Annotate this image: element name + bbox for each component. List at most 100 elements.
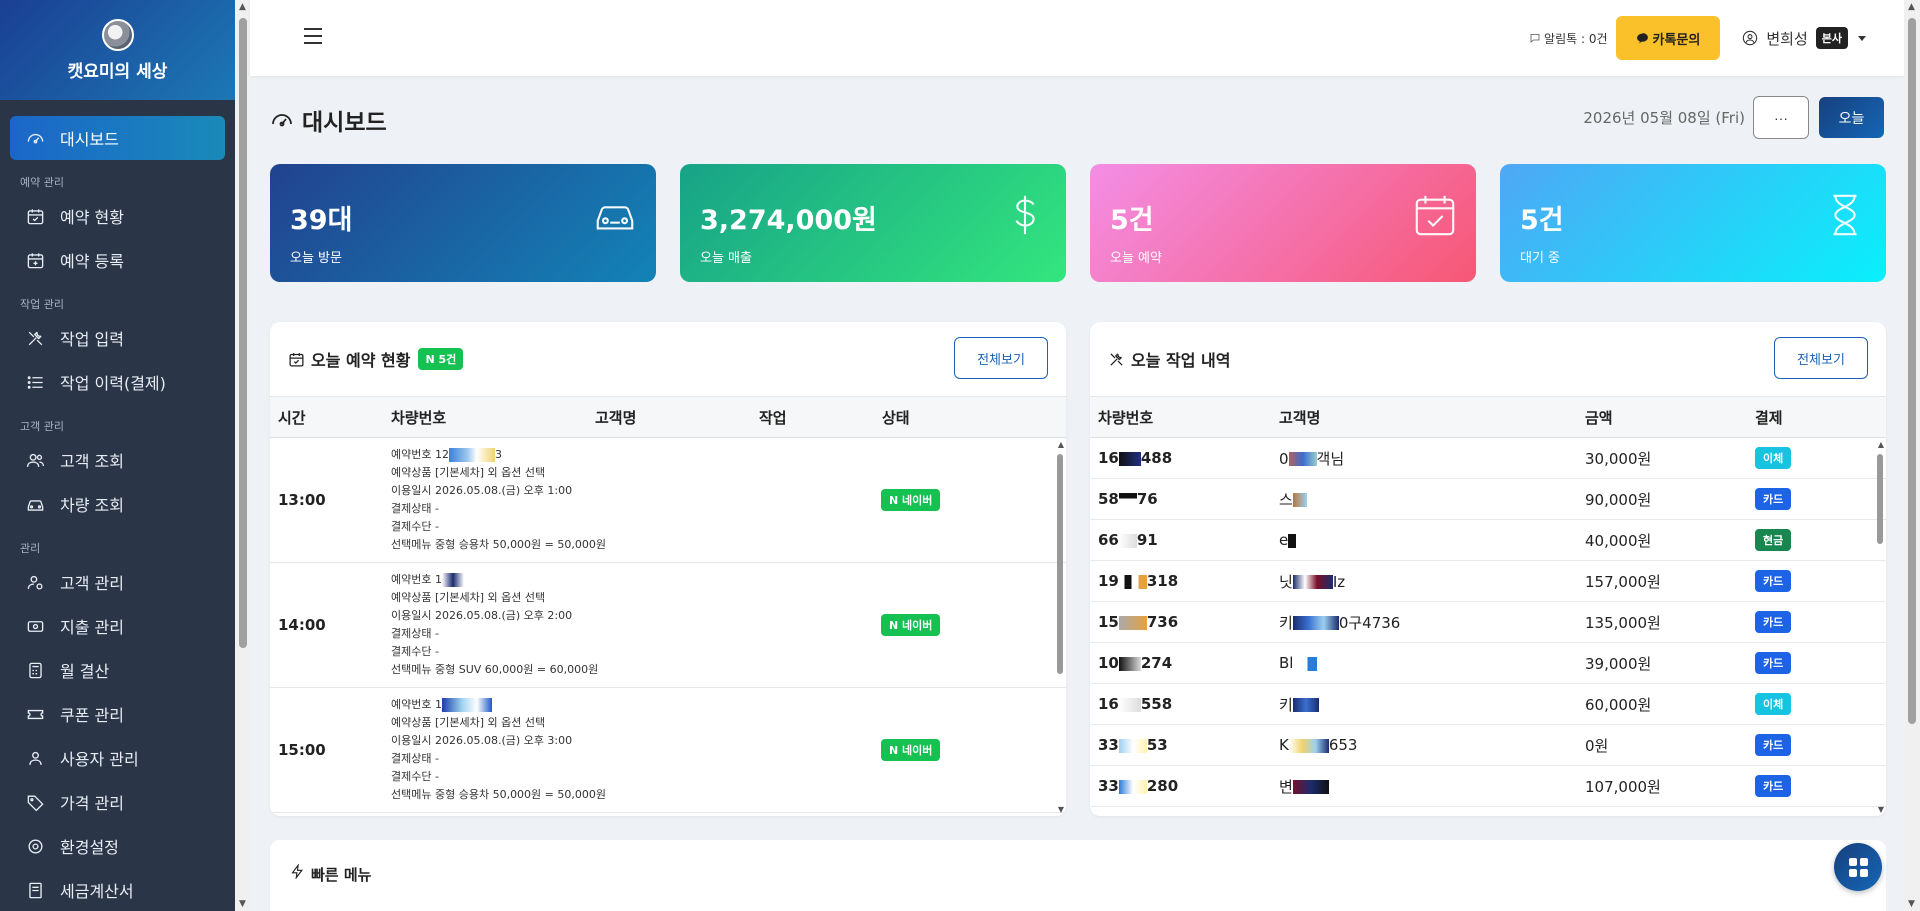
scroll-up-arrow-icon[interactable]: ▲ — [239, 2, 246, 12]
customer-name: Bl — [1279, 654, 1585, 672]
scroll-down-arrow-icon[interactable]: ▼ — [1878, 805, 1884, 814]
reservation-time: 14:00 — [278, 616, 326, 634]
table-row[interactable]: 13:00 예약번호 12 3 예약상품 [기본세차] 외 옵션 선택 이용일시 … — [270, 438, 1066, 563]
sidebar-item-label: 사용자 관리 — [60, 750, 139, 769]
payment-badge: 이체 — [1755, 693, 1792, 715]
date-picker-button[interactable]: ··· — [1753, 96, 1809, 139]
today-button[interactable]: 오늘 — [1819, 97, 1884, 138]
stat-card-visits: 39대 오늘 방문 — [270, 164, 656, 282]
payment-method: 카드 — [1755, 652, 1865, 674]
window-scrollbar[interactable]: ▲ ▼ — [1904, 0, 1920, 911]
sidebar-item-monthly-settle[interactable]: 월 결산 — [10, 648, 225, 692]
reservation-status: N 네이버 — [881, 739, 1041, 761]
sidebar-item-work-input[interactable]: 작업 입력 — [10, 316, 225, 360]
payment-method: 카드 — [1755, 570, 1865, 592]
table-row[interactable]: 33 53 K 653 0원 카드 — [1090, 725, 1886, 766]
col-payment: 결제 — [1755, 408, 1783, 427]
table-row[interactable]: 16 488 0 객님 30,000원 이체 — [1090, 438, 1886, 479]
customer-name: K 653 — [1279, 736, 1358, 754]
table-row[interactable]: 15:00 예약번호 1 예약상품 [기본세차] 외 옵션 선택 이용일시 20… — [270, 688, 1066, 813]
chevron-down-icon — [1858, 35, 1866, 41]
sidebar-item-settings[interactable]: 환경설정 — [10, 824, 225, 868]
sidebar-item-customer-manage[interactable]: 고객 관리 — [10, 560, 225, 604]
stat-label: 오늘 매출 — [700, 251, 752, 266]
sidebar-scrollbar[interactable]: ▲ ▼ — [236, 0, 250, 911]
vehicle-number: 16 558 — [1098, 695, 1173, 713]
table-row[interactable]: 58 76 스 90,000원 카드 — [1090, 479, 1886, 520]
redacted-block — [441, 573, 464, 587]
scroll-up-arrow-icon[interactable]: ▲ — [1878, 440, 1884, 449]
customer-name: 0 객님 — [1279, 449, 1345, 468]
payment-badge: 카드 — [1755, 734, 1792, 756]
payment-badge: 카드 — [1755, 570, 1792, 592]
sidebar-item-tax-invoice[interactable]: 세금계산서 — [10, 868, 225, 911]
view-all-work-button[interactable]: 전체보기 — [1774, 337, 1868, 379]
sidebar-item-label: 작업 이력(결제) — [60, 374, 166, 393]
brand-avatar — [101, 18, 134, 51]
apps-grid-button[interactable] — [1834, 843, 1882, 891]
table-row[interactable]: 10 274 Bl 39,000원 카드 — [1090, 643, 1886, 684]
col-work: 작업 — [759, 408, 787, 427]
dashboard-gauge-icon — [24, 127, 46, 149]
sidebar-item-coupon-manage[interactable]: 쿠폰 관리 — [10, 692, 225, 736]
vehicle-number: 33 53 — [1098, 736, 1168, 754]
amount: 135,000원 — [1585, 613, 1661, 632]
work-scrollbar[interactable]: ▲ ▼ — [1874, 438, 1886, 816]
sidebar-item-work-history[interactable]: 작업 이력(결제) — [10, 360, 225, 404]
sidebar: 캣요미의 세상 대시보드 예약 관리 예약 현황 예약 등록 작업 관리 작업 … — [0, 0, 235, 911]
table-row[interactable]: 15 736 키 0구4736 135,000원 카드 — [1090, 602, 1886, 643]
vehicle-number: 66 91 — [1098, 531, 1158, 549]
reservation-date: 이용일시 2026.05.08.(금) 오후 2:00 — [391, 609, 573, 622]
sidebar-item-reservation-register[interactable]: 예약 등록 — [10, 238, 225, 282]
view-all-reservations-button[interactable]: 전체보기 — [954, 337, 1048, 379]
scroll-down-arrow-icon[interactable]: ▼ — [1058, 805, 1064, 814]
sidebar-item-vehicle-lookup[interactable]: 차량 조회 — [10, 482, 225, 526]
menu-toggle-icon[interactable] — [304, 28, 322, 44]
sidebar-item-customer-lookup[interactable]: 고객 조회 — [10, 438, 225, 482]
selected-menu: 선택메뉴 중형 SUV 60,000원 = 60,000원 — [391, 663, 599, 676]
window-scroll-thumb[interactable] — [1908, 18, 1916, 724]
table-row[interactable]: 14:00 예약번호 1 예약상품 [기본세차] 외 옵션 선택 이용일시 20… — [270, 563, 1066, 688]
sidebar-brand[interactable]: 캣요미의 세상 — [0, 0, 235, 100]
alimtalk-count: 알림톡 : 0건 — [1544, 31, 1608, 46]
scroll-up-arrow-icon[interactable]: ▲ — [1908, 2, 1915, 12]
today-reservations-panel: 오늘 예약 현황 N 5건 전체보기 시간 차량번호 고객명 작업 상태 13:… — [270, 322, 1066, 816]
sidebar-item-price-manage[interactable]: 가격 관리 — [10, 780, 225, 824]
amount: 107,000원 — [1585, 777, 1661, 796]
user-menu[interactable]: 변희성 본사 — [1742, 27, 1866, 49]
table-row[interactable]: 66 91 e 40,000원 현금 — [1090, 520, 1886, 561]
sidebar-item-dashboard[interactable]: 대시보드 — [10, 116, 225, 160]
calendar-check-icon — [24, 205, 46, 227]
sidebar-item-expense-manage[interactable]: 지출 관리 — [10, 604, 225, 648]
tools-icon — [24, 327, 46, 349]
payment-badge: 카드 — [1755, 611, 1792, 633]
scroll-down-arrow-icon[interactable]: ▼ — [1908, 899, 1915, 909]
table-row[interactable]: 16 558 키 60,000원 이체 — [1090, 684, 1886, 725]
reservations-scroll-thumb[interactable] — [1057, 454, 1063, 674]
reservation-product: 예약상품 [기본세차] 외 옵션 선택 — [391, 466, 546, 479]
kakao-inquiry-button[interactable]: 카톡문의 — [1615, 16, 1721, 60]
table-row[interactable]: 33 280 변 107,000원 카드 — [1090, 766, 1886, 807]
stat-label: 오늘 방문 — [290, 251, 342, 266]
dashboard-gauge-icon — [272, 114, 292, 127]
payment-method: 카드 — [1755, 775, 1865, 797]
scroll-up-arrow-icon[interactable]: ▲ — [1058, 440, 1064, 449]
table-row[interactable]: 19 318 닛 Iz 157,000원 카드 — [1090, 561, 1886, 602]
selected-menu: 선택메뉴 중형 승용차 50,000원 = 50,000원 — [391, 788, 606, 801]
reservation-detail: 예약번호 12 3 예약상품 [기본세차] 외 옵션 선택 이용일시 2026.0… — [391, 446, 881, 554]
sidebar-item-reservation-status[interactable]: 예약 현황 — [10, 194, 225, 238]
col-customer: 고객명 — [595, 408, 637, 427]
sidebar-scroll-thumb[interactable] — [239, 18, 247, 648]
vehicle-number: 16 488 — [1098, 449, 1173, 467]
scroll-down-arrow-icon[interactable]: ▼ — [239, 899, 246, 909]
main-content: 알림톡 : 0건 카톡문의 변희성 본사 대시보드 2026년 05월 08일 … — [250, 0, 1904, 911]
reservation-date: 이용일시 2026.05.08.(금) 오후 3:00 — [391, 734, 573, 747]
calendar-check-icon — [1412, 192, 1458, 238]
work-scroll-thumb[interactable] — [1877, 454, 1883, 544]
sidebar-item-user-manage[interactable]: 사용자 관리 — [10, 736, 225, 780]
payment-method: 이체 — [1755, 693, 1865, 715]
table-header: 시간 차량번호 고객명 작업 상태 — [270, 396, 1066, 438]
reservations-scrollbar[interactable]: ▲ ▼ — [1054, 438, 1066, 816]
redacted-block — [448, 448, 495, 462]
calculator-icon — [24, 659, 46, 681]
